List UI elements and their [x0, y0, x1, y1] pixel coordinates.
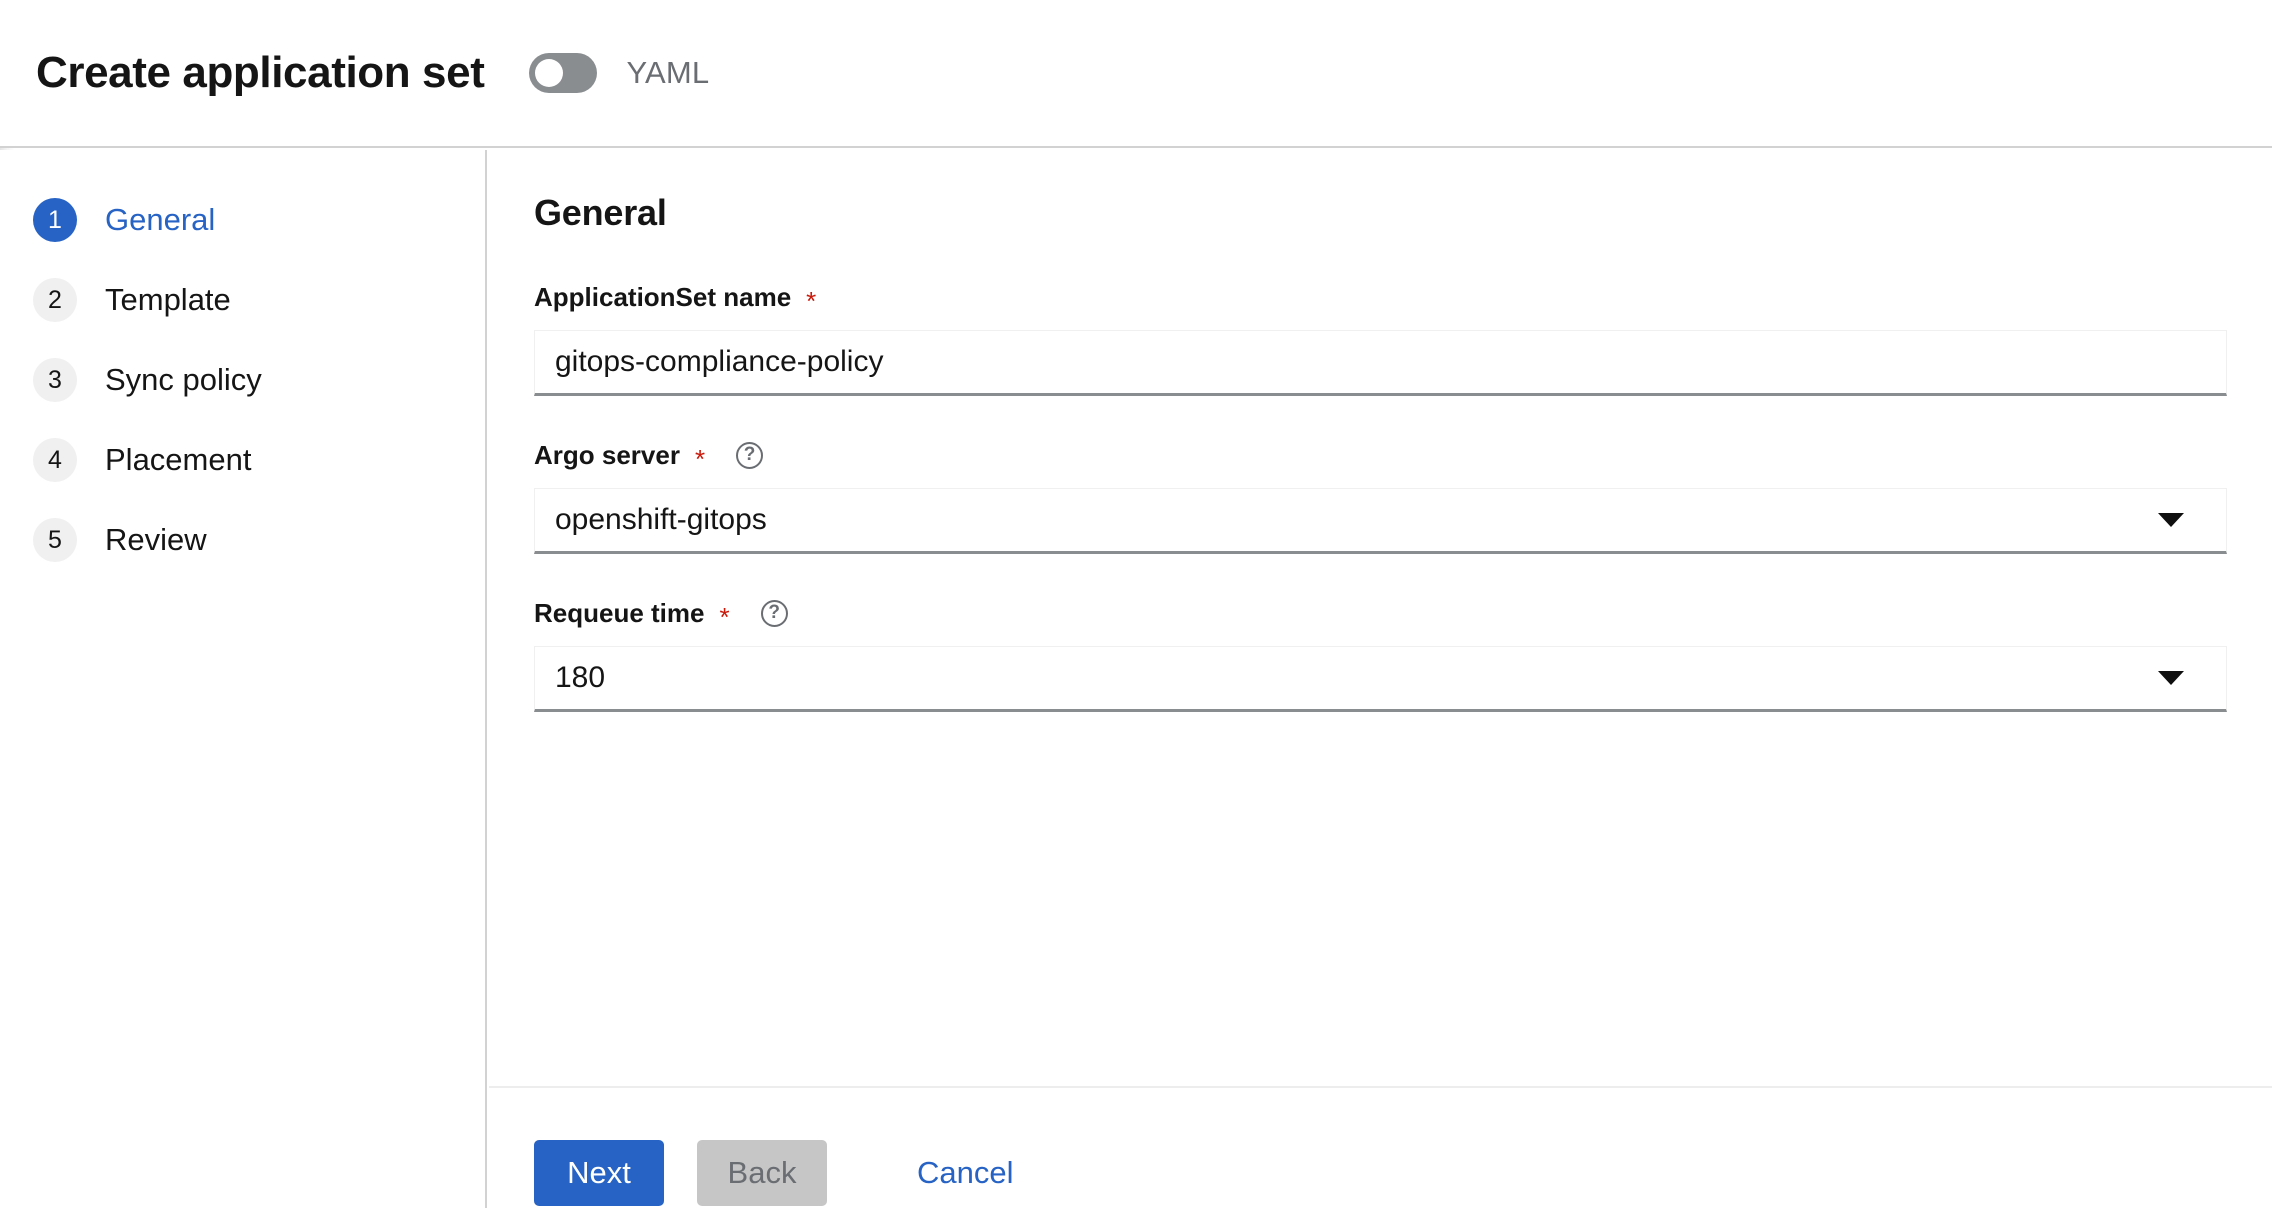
step-label-placement: Placement [105, 442, 252, 477]
page-title: Create application set [36, 48, 485, 97]
step-number-5: 5 [33, 518, 77, 562]
sidebar-item-template[interactable]: 2 Template [0, 260, 485, 340]
section-title: General [534, 192, 667, 233]
sidebar-item-sync-policy[interactable]: 3 Sync policy [0, 340, 485, 420]
step-number-2: 2 [33, 278, 77, 322]
requeue-time-selected-value: 180 [555, 661, 606, 694]
chevron-down-icon-requeue-time [2158, 671, 2184, 685]
yaml-toggle-switch[interactable] [529, 53, 598, 93]
help-glyph-argo-server: ? [743, 444, 756, 465]
yaml-toggle-group: YAML [529, 53, 709, 93]
step-number-3: 3 [33, 358, 77, 402]
label-appset-name: ApplicationSet name [534, 282, 792, 312]
field-argo-server: Argo server * ? openshift-gitops [534, 440, 2227, 554]
required-asterisk-requeue-time: * [719, 601, 730, 632]
sidebar-item-general[interactable]: 1 General [0, 180, 485, 260]
step-label-sync-policy: Sync policy [105, 362, 262, 397]
create-application-set-wizard: Create application set YAML 1 General 2 … [0, 0, 2272, 1208]
step-number-1: 1 [33, 198, 77, 242]
help-circle-icon-requeue-time[interactable]: ? [760, 600, 788, 627]
appset-name-input[interactable]: gitops-compliance-policy [534, 330, 2227, 396]
label-argo-server: Argo server [534, 440, 680, 470]
sidebar-item-review[interactable]: 5 Review [0, 500, 485, 580]
toggle-knob [535, 59, 564, 87]
step-label-template: Template [105, 282, 231, 317]
yaml-toggle-label: YAML [626, 55, 710, 90]
chevron-down-icon-argo-server [2158, 513, 2184, 527]
requeue-time-select[interactable]: 180 [534, 646, 2227, 712]
argo-server-select[interactable]: openshift-gitops [534, 488, 2227, 554]
step-label-general: General [105, 202, 216, 237]
sidebar-item-placement[interactable]: 4 Placement [0, 420, 485, 500]
wizard-step-nav: 1 General 2 Template 3 Sync policy 4 Pla… [0, 150, 487, 1208]
field-label-row-argo-server: Argo server * ? [534, 440, 2227, 474]
wizard-main-panel: General ApplicationSet name * gitops-com… [489, 150, 2272, 1084]
back-button[interactable]: Back [697, 1140, 827, 1206]
field-appset-name: ApplicationSet name * gitops-compliance-… [534, 282, 2227, 396]
wizard-footer: Next Back Cancel [489, 1086, 2272, 1208]
label-requeue-time: Requeue time [534, 598, 705, 628]
next-button[interactable]: Next [534, 1140, 664, 1206]
step-number-4: 4 [33, 438, 77, 482]
required-asterisk-argo-server: * [694, 443, 706, 474]
help-glyph-requeue-time: ? [768, 602, 780, 623]
wizard-header: Create application set YAML [0, 0, 2272, 148]
help-circle-icon-argo-server[interactable]: ? [736, 442, 764, 469]
required-asterisk-appset-name: * [806, 285, 817, 316]
field-label-row-appset-name: ApplicationSet name * [534, 282, 2227, 316]
field-label-row-requeue-time: Requeue time * ? [534, 598, 2227, 632]
argo-server-selected-value: openshift-gitops [555, 503, 767, 536]
field-requeue-time: Requeue time * ? 180 [534, 598, 2227, 712]
cancel-button[interactable]: Cancel [897, 1140, 1034, 1206]
step-label-review: Review [105, 522, 207, 557]
